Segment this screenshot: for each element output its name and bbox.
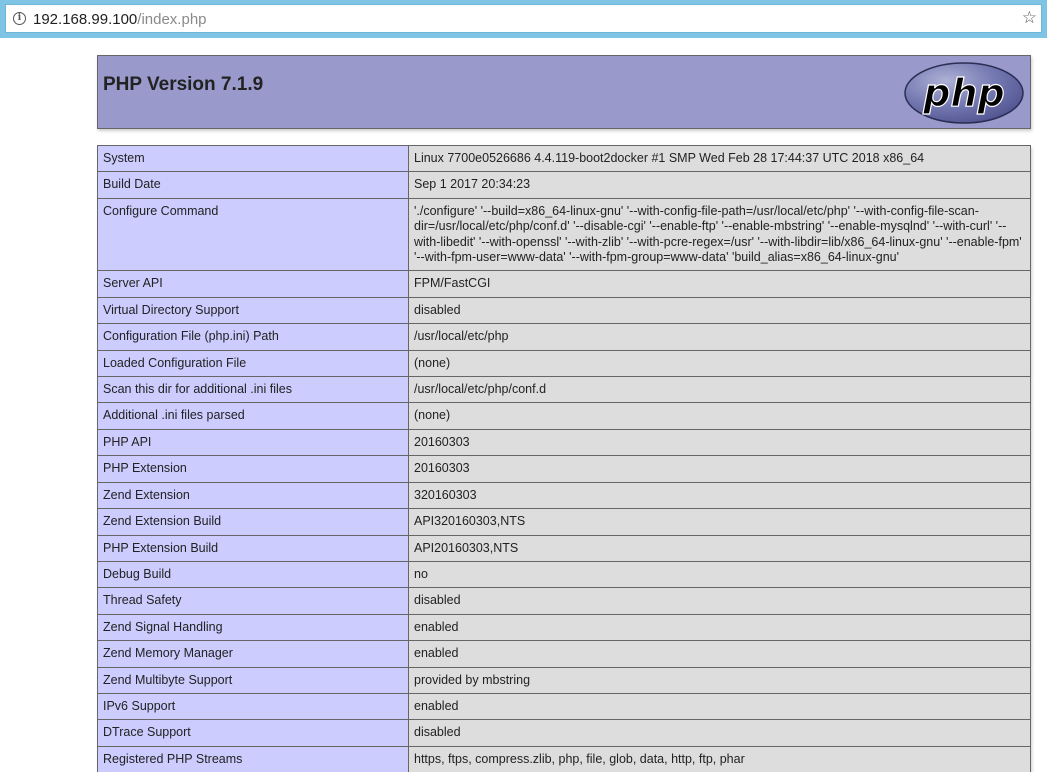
table-row: Loaded Configuration File (none) — [97, 349, 1031, 378]
table-row: System Linux 7700e0526686 4.4.119-boot2do… — [97, 144, 1031, 173]
browser-address-bar: i 192.168.99.100/index.php ☆ — [0, 0, 1047, 38]
row-value: disabled — [408, 587, 1031, 615]
row-label: Virtual Directory Support — [97, 296, 409, 325]
row-value: provided by mbstring — [408, 666, 1031, 694]
info-icon[interactable]: i — [13, 12, 26, 25]
row-value: enabled — [408, 613, 1031, 642]
row-value: /usr/local/etc/php/conf.d — [408, 376, 1031, 404]
table-row: PHP Extension 20160303 — [97, 455, 1031, 483]
row-value: (none) — [408, 402, 1031, 430]
url-path: /index.php — [137, 11, 207, 28]
row-value: (none) — [408, 349, 1031, 378]
table-row: Registered PHP Streams https, ftps, compr… — [97, 745, 1031, 772]
row-label: Zend Multibyte Support — [97, 666, 409, 694]
row-label: Additional .ini files parsed — [97, 402, 409, 430]
row-label: PHP API — [97, 428, 409, 457]
row-value: no — [408, 560, 1031, 589]
row-label: Loaded Configuration File — [97, 349, 409, 378]
table-row: Build Date Sep 1 2017 20:34:23 — [97, 171, 1031, 199]
row-label: Scan this dir for additional .ini files — [97, 376, 409, 404]
table-row: DTrace Support disabled — [97, 719, 1031, 747]
table-row: PHP Extension Build API20160303,NTS — [97, 534, 1031, 562]
row-value: Linux 7700e0526686 4.4.119-boot2docker #… — [408, 144, 1031, 173]
row-label: Build Date — [97, 171, 409, 199]
row-label: Debug Build — [97, 560, 409, 589]
row-label: DTrace Support — [97, 719, 409, 747]
url-text[interactable]: 192.168.99.100/index.php — [33, 11, 207, 28]
row-value: './configure' '--build=x86_64-linux-gnu'… — [408, 197, 1031, 272]
star-icon[interactable]: ☆ — [1022, 9, 1037, 27]
php-version-header: PHP Version 7.1.9 php — [97, 55, 1031, 129]
row-value: 320160303 — [408, 481, 1031, 510]
row-value: 20160303 — [408, 428, 1031, 457]
url-field[interactable]: i 192.168.99.100/index.php ☆ — [5, 4, 1042, 33]
row-label: Zend Extension — [97, 481, 409, 510]
row-label: Configuration File (php.ini) Path — [97, 323, 409, 351]
table-row: PHP API 20160303 — [97, 428, 1031, 457]
table-row: Virtual Directory Support disabled — [97, 296, 1031, 325]
row-label: Server API — [97, 270, 409, 298]
row-value: /usr/local/etc/php — [408, 323, 1031, 351]
table-row: Scan this dir for additional .ini files /… — [97, 376, 1031, 404]
row-label: Zend Extension Build — [97, 508, 409, 536]
row-value: API320160303,NTS — [408, 508, 1031, 536]
row-label: Registered PHP Streams — [97, 745, 409, 772]
table-row: Thread Safety disabled — [97, 587, 1031, 615]
row-label: PHP Extension Build — [97, 534, 409, 562]
row-value: https, ftps, compress.zlib, php, file, g… — [408, 745, 1031, 772]
table-row: Configure Command './configure' '--build=… — [97, 197, 1031, 272]
row-label: System — [97, 144, 409, 173]
table-row: Zend Memory Manager enabled — [97, 640, 1031, 668]
row-label: PHP Extension — [97, 455, 409, 483]
table-row: Zend Multibyte Support provided by mbstri… — [97, 666, 1031, 694]
row-label: Zend Memory Manager — [97, 640, 409, 668]
row-label: Thread Safety — [97, 587, 409, 615]
php-logo-text: php — [922, 71, 1004, 115]
php-info-table: System Linux 7700e0526686 4.4.119-boot2do… — [97, 144, 1031, 772]
table-row: Configuration File (php.ini) Path/usr/lo… — [97, 323, 1031, 351]
page: i 192.168.99.100/index.php ☆ PHP Version… — [0, 0, 1047, 772]
page-title: PHP Version 7.1.9 — [103, 74, 264, 95]
table-row: Zend Signal Handling enabled — [97, 613, 1031, 642]
table-row: IPv6 Support enabled — [97, 692, 1031, 721]
table-row: Zend Extension 320160303 — [97, 481, 1031, 510]
row-value: API20160303,NTS — [408, 534, 1031, 562]
table-row: Zend Extension Build API320160303,NTS — [97, 508, 1031, 536]
row-value: disabled — [408, 719, 1031, 747]
row-label: IPv6 Support — [97, 692, 409, 721]
row-value: FPM/FastCGI — [408, 270, 1031, 298]
row-value: 20160303 — [408, 455, 1031, 483]
url-host: 192.168.99.100 — [33, 11, 138, 28]
row-value: disabled — [408, 296, 1031, 325]
table-row: Debug Build no — [97, 560, 1031, 589]
php-info-table-body: System Linux 7700e0526686 4.4.119-boot2do… — [97, 144, 1031, 772]
row-label: Zend Signal Handling — [97, 613, 409, 642]
table-row: Additional .ini files parsed (none) — [97, 402, 1031, 430]
row-value: enabled — [408, 692, 1031, 721]
php-logo[interactable]: php — [903, 61, 1025, 125]
row-label: Configure Command — [97, 197, 409, 272]
table-row: Server API FPM/FastCGI — [97, 270, 1031, 298]
row-value: Sep 1 2017 20:34:23 — [408, 171, 1031, 199]
row-value: enabled — [408, 640, 1031, 668]
